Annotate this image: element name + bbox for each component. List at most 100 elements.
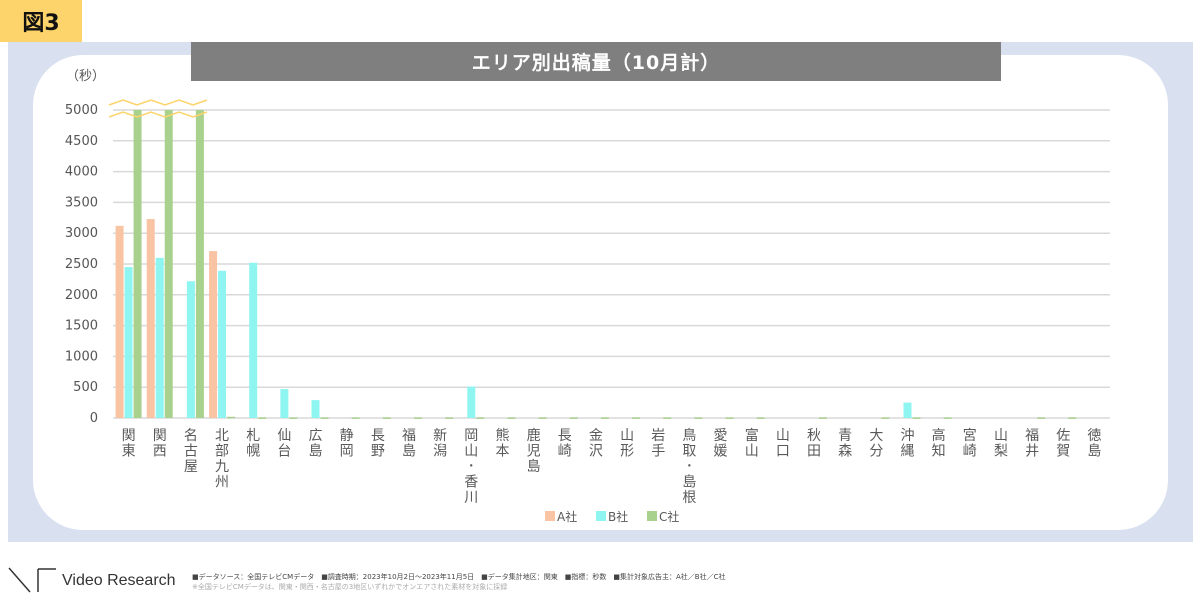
bar-C社-広島 bbox=[320, 417, 329, 419]
bar-C社-名古屋 bbox=[195, 110, 204, 418]
x-tick-label: 沖縄 bbox=[900, 428, 914, 460]
axis-break-mark bbox=[108, 99, 208, 106]
bar-C社-秋田 bbox=[819, 417, 828, 419]
legend-swatch bbox=[647, 511, 657, 521]
x-tick-label: 秋田 bbox=[807, 428, 821, 460]
y-tick-label: 1500 bbox=[65, 319, 98, 334]
x-tick-label: 名古屋 bbox=[184, 428, 198, 475]
bar-C社-愛媛 bbox=[725, 417, 734, 419]
brand-name: Video Research bbox=[62, 572, 176, 589]
x-tick-label: 高知 bbox=[932, 427, 946, 460]
legend-label: A社 bbox=[557, 509, 577, 524]
y-tick-label: 0 bbox=[90, 411, 98, 426]
y-tick-label: 3000 bbox=[65, 226, 98, 241]
bar-C社-長野 bbox=[382, 417, 391, 419]
x-tick-label: 宮崎 bbox=[963, 428, 977, 460]
y-tick-label: 5000 bbox=[65, 103, 98, 118]
x-tick-label: 佐賀 bbox=[1056, 428, 1070, 460]
bar-C社-福島 bbox=[413, 417, 422, 419]
legend-label: C社 bbox=[659, 509, 679, 524]
bar-C社-関東 bbox=[133, 110, 142, 418]
bar-B社-仙台 bbox=[280, 389, 289, 418]
x-tick-label: 山形 bbox=[620, 428, 634, 460]
x-tick-label: 長崎 bbox=[558, 428, 572, 460]
bar-C社-富山 bbox=[756, 417, 765, 419]
bar-C社-沖縄 bbox=[912, 417, 921, 419]
bar-C社-佐賀 bbox=[1068, 417, 1077, 419]
x-tick-label: 山口 bbox=[776, 428, 790, 460]
x-tick-label: 鹿児島 bbox=[527, 427, 541, 475]
footer-source-note: ■データソース：全国テレビCMデータ ■調査時期：2023年10月2日〜2023… bbox=[192, 573, 726, 581]
y-tick-labels: 0 500 1000 1500 2000 2500 3000 3500 4000 4500 5000 bbox=[65, 103, 98, 426]
x-tick-label: 富山 bbox=[745, 427, 759, 460]
legend-label: B社 bbox=[608, 509, 628, 524]
y-axis-label: （秒） bbox=[66, 69, 105, 84]
bar-B社-北部九州 bbox=[218, 270, 227, 418]
bar-C社-鳥取・島根 bbox=[694, 417, 703, 419]
x-tick-label: 仙台 bbox=[277, 428, 291, 460]
bar-C社-静岡 bbox=[351, 417, 360, 419]
y-tick-label: 3500 bbox=[65, 195, 98, 210]
x-tick-label: 札幌 bbox=[246, 428, 260, 460]
x-tick-label: 長野 bbox=[371, 428, 385, 460]
bar-C社-岡山・香川 bbox=[476, 417, 485, 419]
bar-B社-岡山・香川 bbox=[467, 386, 476, 418]
x-tick-label: 山梨 bbox=[994, 428, 1008, 460]
bar-C社-仙台 bbox=[289, 417, 298, 419]
bar-C社-熊本 bbox=[507, 417, 516, 419]
bar-B社-広島 bbox=[311, 400, 320, 418]
bar-C社-札幌 bbox=[258, 417, 267, 419]
y-tick-label: 500 bbox=[73, 380, 98, 395]
x-tick-label: 関東 bbox=[122, 428, 136, 460]
x-tick-labels: 関東関西名古屋北部九州札幌仙台広島静岡長野福島新潟岡山･香川熊本鹿児島長崎金沢山… bbox=[122, 427, 1102, 506]
x-tick-label: 大分 bbox=[869, 428, 883, 460]
bar-C社-福井 bbox=[1037, 417, 1046, 419]
x-tick-label: 金沢 bbox=[589, 428, 603, 460]
bar-A社-北部九州 bbox=[209, 251, 218, 418]
y-tick-label: 4500 bbox=[65, 134, 98, 149]
x-tick-label: 関西 bbox=[153, 428, 167, 460]
bar-B社-沖縄 bbox=[903, 402, 912, 418]
axis-break-mark bbox=[108, 111, 208, 118]
bar-C社-新潟 bbox=[445, 417, 454, 419]
x-tick-label: 福島 bbox=[402, 428, 416, 460]
bar-C社-金沢 bbox=[600, 417, 609, 419]
bar-B社-札幌 bbox=[249, 262, 258, 418]
legend: A社 B社 C社 bbox=[545, 509, 679, 524]
x-tick-label: 愛媛 bbox=[714, 428, 728, 460]
bar-C社-北部九州 bbox=[227, 416, 236, 419]
gridlines bbox=[113, 109, 1110, 419]
x-tick-label: 福井 bbox=[1025, 428, 1039, 460]
bar-C社-長崎 bbox=[569, 417, 578, 419]
bar-A社-関東 bbox=[115, 225, 124, 418]
bar-C社-山形 bbox=[632, 417, 641, 419]
y-tick-label: 1000 bbox=[65, 349, 98, 364]
bar-C社-大分 bbox=[881, 417, 890, 419]
bar-B社-関東 bbox=[124, 267, 133, 418]
bar-A社-関西 bbox=[146, 219, 155, 418]
x-tick-label: 鳥取･島根 bbox=[682, 428, 696, 506]
x-tick-label: 岡山･香川 bbox=[464, 428, 478, 506]
footer-disclaimer: ※全国テレビCMデータは、関東・関西・名古屋の3地区いずれかでオンエアされた素材… bbox=[192, 583, 508, 591]
video-research-logo-icon bbox=[8, 567, 56, 593]
bar-chart: （秒） 0 500 1000 1500 2000 2500 3000 3500 4000 4500… bbox=[65, 69, 1110, 524]
y-tick-label: 2000 bbox=[65, 288, 98, 303]
axis-break-marks bbox=[108, 99, 208, 118]
x-tick-label: 北部九州 bbox=[215, 428, 229, 491]
y-tick-label: 2500 bbox=[65, 257, 98, 272]
bar-B社-名古屋 bbox=[186, 281, 195, 418]
bar-C社-高知 bbox=[943, 417, 952, 419]
legend-swatch bbox=[596, 511, 606, 521]
bar-C社-鹿児島 bbox=[538, 417, 547, 419]
x-tick-label: 青森 bbox=[838, 428, 852, 460]
y-tick-label: 4000 bbox=[65, 165, 98, 180]
x-tick-label: 広島 bbox=[309, 428, 323, 460]
legend-swatch bbox=[545, 511, 555, 521]
x-tick-label: 岩手 bbox=[651, 428, 665, 460]
x-tick-label: 徳島 bbox=[1087, 428, 1101, 460]
bar-C社-岩手 bbox=[663, 417, 672, 419]
bar-C社-関西 bbox=[164, 110, 173, 418]
x-tick-label: 新潟 bbox=[433, 428, 447, 460]
bar-B社-関西 bbox=[155, 257, 164, 418]
x-tick-label: 熊本 bbox=[495, 428, 509, 460]
